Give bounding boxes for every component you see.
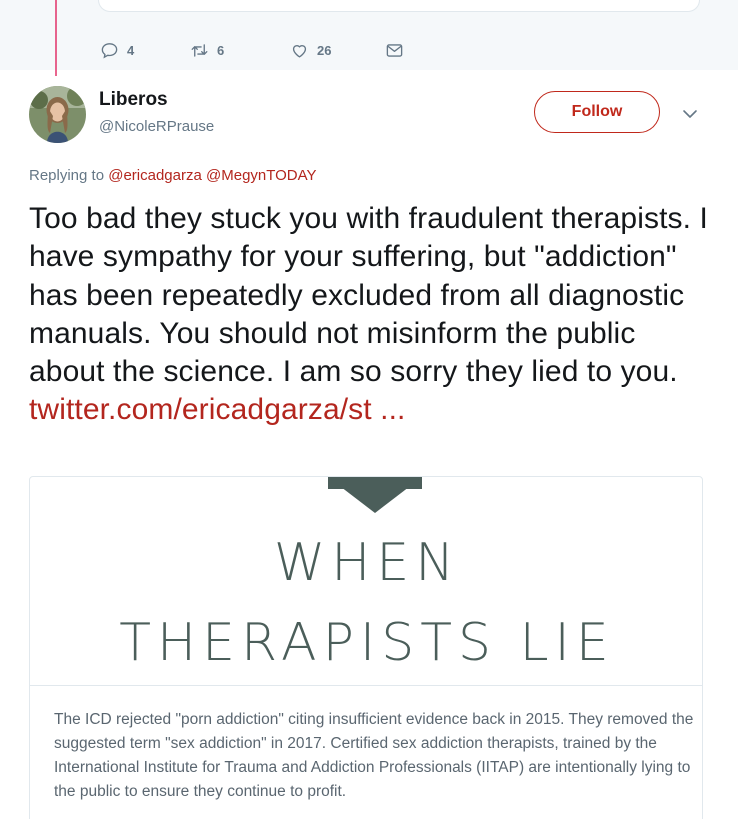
reply-icon	[101, 42, 118, 59]
thread-connector-line	[55, 0, 57, 76]
more-options-button[interactable]	[680, 104, 700, 124]
follow-button[interactable]: Follow	[534, 91, 660, 133]
reply-count: 4	[127, 42, 135, 58]
replying-to-prefix: Replying to	[29, 167, 105, 184]
like-button[interactable]: 26	[290, 41, 385, 60]
quoted-tweet-bottom[interactable]	[98, 0, 700, 12]
tweet-text: Too bad they stuck you with fraudulent t…	[29, 202, 708, 389]
mention-link[interactable]: @MegynTODAY	[206, 167, 317, 184]
reply-button[interactable]: 4	[100, 41, 190, 60]
retweet-count: 6	[217, 42, 225, 58]
retweet-icon	[191, 43, 208, 57]
card-title-line1: WHEN	[273, 533, 461, 593]
chevron-down-icon	[683, 110, 697, 118]
replying-to-line: Replying to @ericadgarza @MegynTODAY	[29, 167, 317, 184]
display-name[interactable]: Liberos	[99, 89, 168, 111]
card-divider	[30, 685, 702, 686]
direct-message-button[interactable]	[385, 41, 404, 60]
heart-icon	[292, 44, 307, 58]
previous-tweet-area: 4 6 26	[0, 0, 738, 70]
card-banner-chevron	[328, 477, 422, 513]
tweet-body: Too bad they stuck you with fraudulent t…	[29, 200, 719, 430]
link-preview-card[interactable]: WHEN THERAPISTS LIE The ICD rejected "po…	[29, 476, 703, 819]
profile-photo-icon	[29, 86, 86, 143]
card-description: The ICD rejected "porn addiction" citing…	[54, 711, 694, 800]
like-count: 26	[317, 42, 332, 58]
tweet-actions: 4 6 26	[100, 38, 404, 62]
user-handle[interactable]: @NicoleRPrause	[99, 118, 214, 135]
tweet-link[interactable]: twitter.com/ericadgarza/st ...	[29, 391, 719, 429]
envelope-icon	[386, 43, 403, 57]
avatar[interactable]	[29, 86, 86, 143]
retweet-button[interactable]: 6	[190, 41, 290, 60]
mention-link[interactable]: @ericadgarza	[108, 167, 202, 184]
card-title-line2: THERAPISTS LIE	[119, 613, 615, 673]
